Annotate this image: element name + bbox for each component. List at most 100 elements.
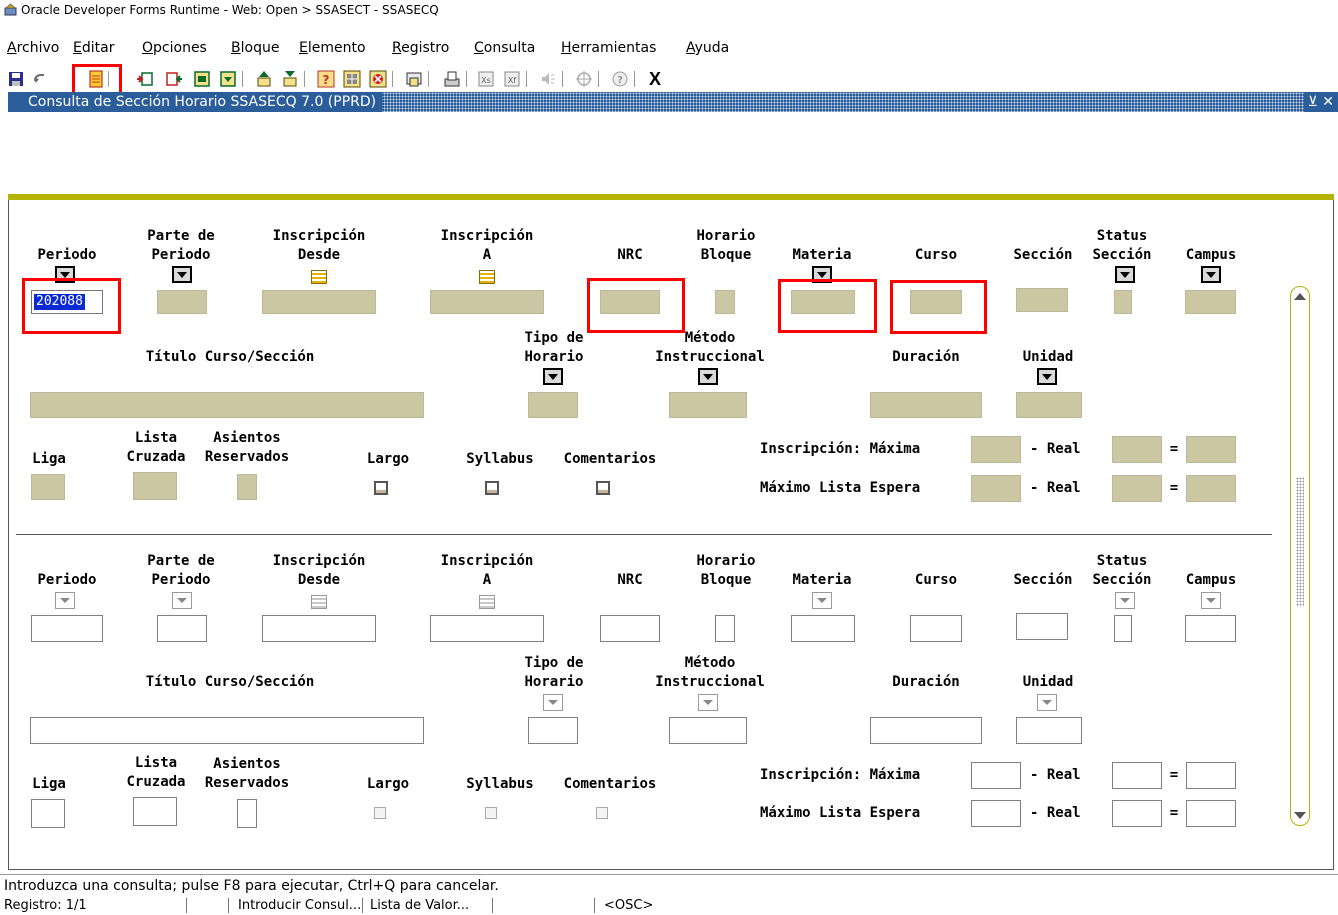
inscripcion-real-field[interactable] <box>1112 436 1162 463</box>
comentarios-checkbox-2[interactable] <box>596 807 608 819</box>
horario-bloque-field-2[interactable] <box>715 615 735 642</box>
menu-archivo[interactable]: Archivo <box>7 38 59 58</box>
titulo-field[interactable] <box>30 392 424 418</box>
inscripcion-desde-field-2[interactable] <box>262 615 376 642</box>
unidad-field[interactable] <box>1016 392 1082 418</box>
inscripcion-total-field[interactable] <box>1186 436 1236 463</box>
menu-opciones[interactable]: Opciones <box>142 38 207 58</box>
scroll-up-icon[interactable] <box>1294 293 1306 300</box>
seccion-field[interactable] <box>1016 288 1068 312</box>
metodo-dropdown-2[interactable] <box>698 694 718 711</box>
parte-periodo-dropdown[interactable] <box>172 266 192 283</box>
lista-espera-total-field[interactable] <box>1186 475 1236 502</box>
tipo-horario-field[interactable] <box>528 392 578 418</box>
options-icon[interactable] <box>342 69 362 89</box>
campus-field[interactable] <box>1185 290 1236 314</box>
campus-dropdown-2[interactable] <box>1201 592 1221 609</box>
liga-field[interactable] <box>31 474 65 500</box>
print-preview-icon[interactable] <box>442 69 462 89</box>
menu-elemento[interactable]: Elemento <box>299 38 366 58</box>
lista-espera-real-field[interactable] <box>1112 475 1162 502</box>
form-window-controls[interactable]: ⊻ ✕ <box>1303 92 1338 112</box>
titulo-field-2[interactable] <box>30 717 424 744</box>
largo-checkbox-2[interactable] <box>374 807 386 819</box>
calculator-icon[interactable]: Xs <box>476 69 496 89</box>
calendar-desde-icon-2[interactable] <box>311 595 327 609</box>
seccion-field-2[interactable] <box>1016 613 1068 640</box>
help-icon[interactable]: ? <box>316 69 336 89</box>
syllabus-checkbox[interactable] <box>485 481 499 495</box>
curso-field-2[interactable] <box>910 615 962 642</box>
previous-block-icon[interactable] <box>192 69 212 89</box>
remove-record-icon[interactable] <box>164 69 184 89</box>
lista-espera-maxima-field[interactable] <box>971 475 1021 502</box>
parte-periodo-dropdown-2[interactable] <box>172 592 192 609</box>
menu-editar[interactable]: Editar <box>73 38 114 58</box>
tipo-horario-dropdown[interactable] <box>543 368 563 385</box>
campus-dropdown[interactable] <box>1201 266 1221 283</box>
tipo-horario-field-2[interactable] <box>528 717 578 744</box>
lista-cruzada-field[interactable] <box>133 472 177 500</box>
calculator2-icon[interactable]: Xf <box>502 69 522 89</box>
metodo-field-2[interactable] <box>669 717 747 744</box>
horario-bloque-field[interactable] <box>715 290 735 314</box>
save-query-icon[interactable] <box>280 69 300 89</box>
exit-icon[interactable]: X <box>642 69 668 89</box>
lista-cruzada-field-2[interactable] <box>133 797 177 826</box>
info-icon[interactable]: ? <box>610 69 630 89</box>
vertical-scrollbar[interactable] <box>1290 286 1310 826</box>
status-seccion-field[interactable] <box>1114 290 1132 314</box>
asientos-reservados-field-2[interactable] <box>237 799 257 828</box>
largo-checkbox[interactable] <box>374 481 388 495</box>
next-block-icon[interactable] <box>218 69 238 89</box>
inscripcion-maxima-field[interactable] <box>971 436 1021 463</box>
scroll-thumb[interactable] <box>1296 477 1304 607</box>
cancel-icon[interactable] <box>368 69 388 89</box>
unidad-dropdown[interactable] <box>1037 368 1057 385</box>
menu-herramientas[interactable]: Herramientas <box>561 38 656 58</box>
status-seccion-dropdown[interactable] <box>1115 266 1135 283</box>
materia-field-2[interactable] <box>791 615 855 642</box>
comentarios-checkbox[interactable] <box>596 481 610 495</box>
menu-consulta[interactable]: Consulta <box>474 38 535 58</box>
status-seccion-dropdown-2[interactable] <box>1115 592 1135 609</box>
menu-registro[interactable]: Registro <box>392 38 449 58</box>
unidad-field-2[interactable] <box>1016 717 1082 744</box>
inscripcion-a-field-2[interactable] <box>430 615 544 642</box>
calendar-a-icon-2[interactable] <box>479 595 495 609</box>
print-icon[interactable] <box>404 69 424 89</box>
duracion-field-2[interactable] <box>870 717 982 744</box>
insert-record-icon[interactable] <box>135 69 155 89</box>
lista-espera-real-field-2[interactable] <box>1112 800 1162 827</box>
inscripcion-total-field-2[interactable] <box>1186 762 1236 789</box>
parte-periodo-field-2[interactable] <box>157 615 207 642</box>
inscripcion-a-field[interactable] <box>430 290 544 314</box>
nrc-field-2[interactable] <box>600 615 660 642</box>
metodo-field[interactable] <box>669 392 747 418</box>
tipo-horario-dropdown-2[interactable] <box>543 694 563 711</box>
campus-field-2[interactable] <box>1185 615 1236 642</box>
syllabus-checkbox-2[interactable] <box>485 807 497 819</box>
save-icon[interactable] <box>6 69 26 89</box>
lista-espera-maxima-field-2[interactable] <box>971 800 1021 827</box>
inscripcion-real-field-2[interactable] <box>1112 762 1162 789</box>
scroll-down-icon[interactable] <box>1294 812 1306 819</box>
parte-periodo-field[interactable] <box>157 290 207 314</box>
materia-dropdown-2[interactable] <box>812 592 832 609</box>
inscripcion-desde-field[interactable] <box>262 290 376 314</box>
inscripcion-maxima-field-2[interactable] <box>971 762 1021 789</box>
rollback-icon[interactable] <box>30 69 50 89</box>
status-seccion-field-2[interactable] <box>1114 615 1132 642</box>
calendar-desde-icon[interactable] <box>311 270 327 284</box>
target-icon[interactable] <box>574 69 594 89</box>
menu-ayuda[interactable]: Ayuda <box>686 38 729 58</box>
periodo-dropdown-2[interactable] <box>55 592 75 609</box>
asientos-reservados-field[interactable] <box>237 474 257 500</box>
audio-icon[interactable] <box>538 69 558 89</box>
metodo-dropdown[interactable] <box>698 368 718 385</box>
calendar-a-icon[interactable] <box>479 270 495 284</box>
menu-bloque[interactable]: Bloque <box>231 38 279 58</box>
lista-espera-total-field-2[interactable] <box>1186 800 1236 827</box>
export-icon[interactable] <box>254 69 274 89</box>
unidad-dropdown-2[interactable] <box>1037 694 1057 711</box>
